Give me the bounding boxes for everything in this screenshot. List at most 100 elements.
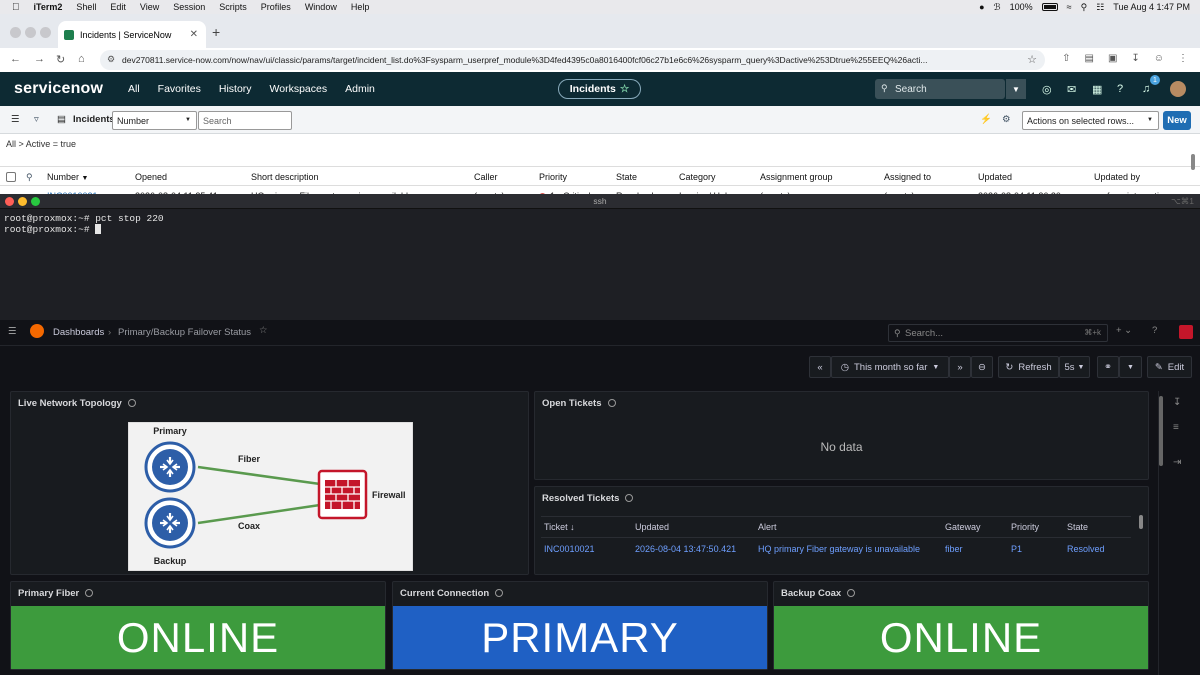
clock[interactable]: Tue Aug 4 1:47 PM: [1113, 2, 1190, 12]
spotlight-icon[interactable]: ⚲: [1081, 2, 1088, 13]
minimize-window-button[interactable]: [25, 27, 36, 38]
col-updated[interactable]: Updated: [635, 522, 669, 532]
terminal-body[interactable]: root@proxmox:~# pct stop 220 root@proxmo…: [0, 209, 1200, 239]
home-icon[interactable]: ⌂: [78, 53, 85, 65]
close-tab-icon[interactable]: ✕: [190, 29, 198, 40]
grafana-logo-icon[interactable]: [30, 324, 44, 338]
servicenow-logo[interactable]: servicenow: [14, 80, 103, 98]
browser-menu-icon[interactable]: ⋮: [1178, 53, 1188, 64]
translate-icon[interactable]: ▤: [1084, 53, 1093, 64]
nav-favorites[interactable]: Favorites: [158, 83, 201, 95]
column-assigned-to[interactable]: Assigned to: [884, 172, 931, 182]
menu-window[interactable]: Window: [305, 2, 337, 12]
column-state[interactable]: State: [616, 172, 637, 182]
column-caller[interactable]: Caller: [474, 172, 498, 182]
ticket-link[interactable]: INC0010021: [544, 544, 595, 554]
extensions-icon[interactable]: ▣: [1108, 53, 1117, 64]
list-title[interactable]: Incidents: [73, 114, 115, 125]
share-icon[interactable]: ⇧: [1062, 53, 1070, 64]
new-button[interactable]: New: [1163, 111, 1191, 130]
site-info-icon[interactable]: ⚙: [107, 54, 115, 65]
profile-icon[interactable]: ☺: [1154, 53, 1164, 64]
time-range-picker[interactable]: ◷ This month so far ▼: [831, 356, 949, 378]
battery-icon[interactable]: [1041, 3, 1058, 11]
col-gateway[interactable]: Gateway: [945, 522, 981, 532]
primary-fiber-panel[interactable]: Primary Fiber ONLINE: [10, 581, 386, 670]
filter-breadcrumb[interactable]: All > Active = true: [6, 139, 76, 149]
bolt-icon[interactable]: ⚡: [980, 114, 992, 125]
back-icon[interactable]: ←: [10, 53, 21, 65]
topology-panel[interactable]: Live Network Topology Primary Backup Fib…: [10, 391, 529, 575]
zoom-window-button[interactable]: [40, 27, 51, 38]
select-all-checkbox[interactable]: [6, 172, 16, 182]
open-tickets-panel[interactable]: Open Tickets No data: [534, 391, 1149, 480]
gear-icon[interactable]: ⚙: [1002, 114, 1011, 125]
zoom-out-button[interactable]: ⊖: [971, 356, 993, 378]
resolved-tickets-panel[interactable]: Resolved Tickets Ticket ↓ Updated Alert …: [534, 486, 1149, 575]
breadcrumb-dashboards[interactable]: Dashboards: [53, 327, 104, 338]
context-title-pill[interactable]: Incidents ☆: [558, 79, 641, 99]
new-tab-icon[interactable]: +: [212, 24, 220, 40]
backup-coax-panel[interactable]: Backup Coax ONLINE: [773, 581, 1149, 670]
notifications-bell-icon[interactable]: ♫: [1142, 83, 1150, 95]
help-icon[interactable]: ?: [1117, 83, 1123, 95]
column-short-description[interactable]: Short description: [251, 172, 319, 182]
add-icon[interactable]: + ⌄: [1116, 325, 1132, 336]
menu-session[interactable]: Session: [173, 2, 205, 12]
share-menu-button[interactable]: ▼: [1119, 356, 1142, 378]
global-search-input[interactable]: ⚲ Search: [875, 79, 1005, 99]
info-icon[interactable]: [607, 399, 616, 407]
list-search-input[interactable]: Search: [198, 111, 292, 130]
help-icon[interactable]: ?: [1152, 325, 1157, 336]
grafana-menu-icon[interactable]: ☰: [8, 326, 17, 337]
info-icon[interactable]: [85, 589, 94, 597]
chat-icon[interactable]: ✉: [1067, 83, 1076, 96]
menu-edit[interactable]: Edit: [110, 2, 126, 12]
info-icon[interactable]: [127, 399, 136, 407]
terminal-minimize-button[interactable]: [18, 197, 27, 206]
outline-icon[interactable]: ≡: [1173, 422, 1179, 433]
grafana-search-input[interactable]: ⚲ Search... ⌘+k: [888, 324, 1108, 342]
terminal-close-button[interactable]: [5, 197, 14, 206]
menu-help[interactable]: Help: [351, 2, 370, 12]
nav-admin[interactable]: Admin: [345, 83, 375, 95]
col-state[interactable]: State: [1067, 522, 1088, 532]
globe-icon[interactable]: ◎: [1042, 83, 1052, 96]
col-alert[interactable]: Alert: [758, 522, 777, 532]
column-search-icon[interactable]: ⚲: [26, 172, 33, 183]
nav-all[interactable]: All: [128, 83, 140, 95]
col-ticket[interactable]: Ticket ↓: [544, 522, 575, 532]
nav-workspaces[interactable]: Workspaces: [270, 83, 328, 95]
search-field-select[interactable]: Number ▼: [112, 111, 197, 130]
url-field[interactable]: ⚙ dev270811.service-now.com/now/nav/ui/c…: [100, 50, 1045, 70]
menu-iterm2[interactable]: iTerm2: [34, 2, 63, 12]
refresh-button[interactable]: ↻ Refresh: [998, 356, 1059, 378]
column-opened[interactable]: Opened: [135, 172, 167, 182]
search-scope-dropdown[interactable]: ▼: [1006, 79, 1026, 99]
dock-icon[interactable]: ⇥: [1173, 457, 1181, 468]
download-icon[interactable]: ↧: [1131, 53, 1139, 64]
time-back-button[interactable]: «: [809, 356, 831, 378]
user-avatar[interactable]: [1170, 81, 1186, 97]
menu-shell[interactable]: Shell: [76, 2, 96, 12]
control-center-icon[interactable]: ☷: [1096, 2, 1104, 13]
table-scrollbar[interactable]: [1139, 515, 1143, 529]
download-icon[interactable]: ↧: [1173, 397, 1181, 408]
filter-funnel-icon[interactable]: ▿: [34, 114, 39, 125]
bookmark-star-icon[interactable]: ☆: [1027, 53, 1037, 66]
user-avatar[interactable]: [1179, 325, 1193, 339]
info-icon[interactable]: [625, 494, 634, 502]
column-updated-by[interactable]: Updated by: [1094, 172, 1140, 182]
menu-profiles[interactable]: Profiles: [261, 2, 291, 12]
browser-tab[interactable]: Incidents | ServiceNow ✕: [58, 21, 206, 48]
favorite-star-icon[interactable]: ☆: [620, 83, 629, 95]
bluetooth-icon[interactable]: ℬ: [994, 2, 1001, 13]
column-updated[interactable]: Updated: [978, 172, 1012, 182]
current-connection-panel[interactable]: Current Connection PRIMARY: [392, 581, 768, 670]
column-assignment-group[interactable]: Assignment group: [760, 172, 833, 182]
info-icon[interactable]: [847, 589, 856, 597]
column-number[interactable]: Number ▼: [47, 172, 88, 182]
list-scrollbar[interactable]: [1191, 154, 1195, 170]
close-window-button[interactable]: [10, 27, 21, 38]
forward-icon[interactable]: →: [34, 53, 45, 65]
